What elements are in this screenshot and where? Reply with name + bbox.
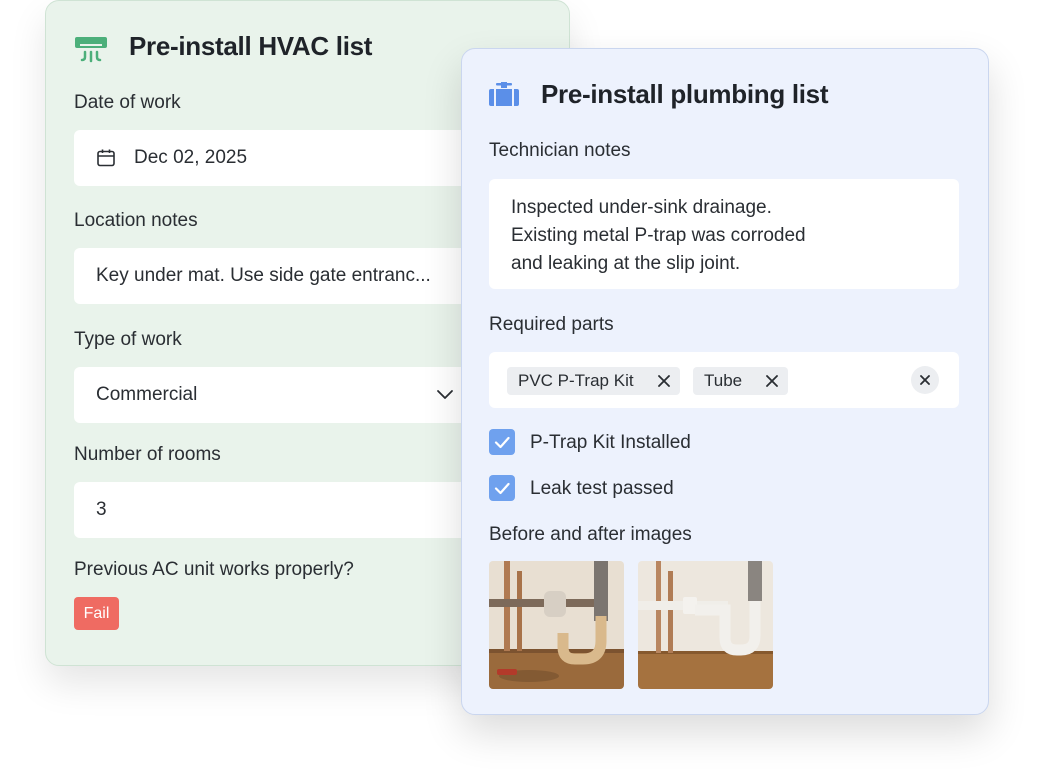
air-conditioner-icon — [75, 37, 107, 63]
fail-badge[interactable]: Fail — [74, 597, 119, 630]
check-icon — [494, 436, 510, 449]
rooms-value: 3 — [96, 499, 107, 520]
notes-field[interactable]: Inspected under-sink drainage. Existing … — [489, 179, 959, 289]
parts-multiselect[interactable]: PVC P-Trap Kit Tube — [489, 352, 959, 408]
part-chip-label: PVC P-Trap Kit — [518, 371, 634, 390]
calendar-icon — [97, 149, 115, 167]
type-label: Type of work — [74, 329, 182, 350]
chevron-down-icon — [437, 390, 453, 399]
date-label: Date of work — [74, 92, 181, 113]
type-select[interactable]: Commercial — [74, 367, 504, 423]
ac-question: Previous AC unit works properly? — [74, 559, 354, 580]
part-chip[interactable]: Tube — [693, 367, 788, 395]
type-value: Commercial — [96, 384, 198, 405]
checkbox-leak-test[interactable] — [489, 475, 515, 501]
images-label: Before and after images — [489, 524, 692, 545]
remove-chip-icon[interactable] — [657, 374, 671, 388]
after-image[interactable] — [638, 561, 773, 689]
location-field[interactable]: Key under mat. Use side gate entranc... — [74, 248, 494, 304]
notes-line: Existing metal P-trap was corroded — [511, 225, 806, 246]
before-image[interactable] — [489, 561, 624, 689]
notes-line: and leaking at the slip joint. — [511, 253, 741, 274]
notes-line: Inspected under-sink drainage. — [511, 197, 772, 218]
notes-label: Technician notes — [489, 140, 631, 161]
checkbox-ptrap[interactable] — [489, 429, 515, 455]
plumbing-title: Pre-install plumbing list — [541, 79, 829, 109]
hvac-title: Pre-install HVAC list — [129, 31, 373, 61]
check-icon — [494, 482, 510, 495]
remove-chip-icon[interactable] — [765, 374, 779, 388]
location-label: Location notes — [74, 210, 198, 231]
rooms-field[interactable]: 3 — [74, 482, 494, 538]
checkbox-ptrap-label: P-Trap Kit Installed — [530, 432, 691, 453]
pipe-icon — [489, 82, 519, 106]
date-value: Dec 02, 2025 — [134, 147, 248, 168]
rooms-label: Number of rooms — [74, 444, 221, 465]
part-chip[interactable]: PVC P-Trap Kit — [507, 367, 680, 395]
location-value: Key under mat. Use side gate entranc... — [96, 265, 431, 286]
part-chip-label: Tube — [704, 371, 743, 390]
plumbing-card: Pre-install plumbing list Technician not… — [461, 48, 989, 715]
clear-all-icon[interactable] — [911, 366, 939, 394]
checkbox-leak-test-label: Leak test passed — [530, 478, 674, 499]
date-field[interactable]: Dec 02, 2025 — [74, 130, 494, 186]
parts-label: Required parts — [489, 314, 614, 335]
